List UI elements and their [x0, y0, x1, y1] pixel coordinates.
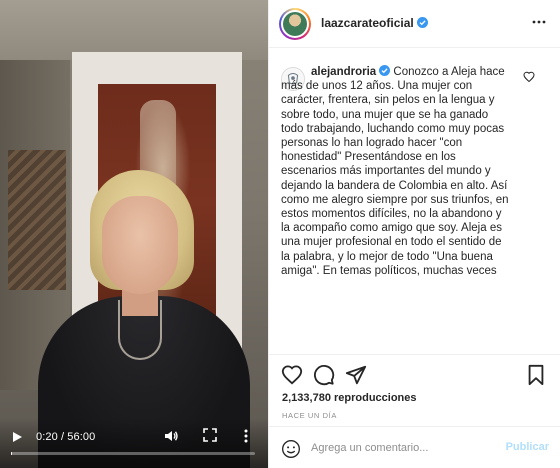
- volume-icon[interactable]: [163, 428, 179, 444]
- post-header: laazcarateoficial: [269, 0, 560, 48]
- play-icon[interactable]: [11, 431, 23, 443]
- bookmark-save-icon[interactable]: [525, 364, 547, 386]
- video-progress-fill: [11, 452, 13, 455]
- video-frame-necklace: [118, 300, 162, 360]
- post-username[interactable]: laazcarateoficial: [321, 16, 428, 30]
- view-count[interactable]: 2,133,780 reproducciones: [282, 392, 417, 404]
- comment-bubble-icon[interactable]: [313, 364, 335, 386]
- video-progress-bar[interactable]: [11, 452, 255, 455]
- post-actions: 2,133,780 reproducciones HACE UN DÍA Pub…: [269, 354, 560, 468]
- post-username-text[interactable]: laazcarateoficial: [321, 16, 414, 30]
- comment-text-block: alejandroria Conozco a Aleja hace más de…: [281, 65, 513, 278]
- emoji-icon[interactable]: [281, 439, 301, 459]
- avatar[interactable]: [279, 8, 311, 40]
- post-panel: laazcarateoficial alejandroria Conozco a…: [268, 0, 560, 468]
- more-vertical-icon[interactable]: [242, 428, 250, 444]
- video-time: 0:20 / 56:00: [36, 431, 96, 443]
- comment-list[interactable]: alejandroria Conozco a Aleja hace más de…: [269, 49, 560, 354]
- comment-username[interactable]: alejandroria: [311, 66, 376, 78]
- video-frame-shelf: [8, 150, 66, 290]
- comment-like-icon[interactable]: [523, 71, 535, 83]
- publish-button[interactable]: Publicar: [506, 441, 549, 453]
- share-send-icon[interactable]: [345, 364, 367, 386]
- comment-input[interactable]: [311, 435, 491, 461]
- video-frame-person-face: [102, 196, 178, 294]
- like-heart-icon[interactable]: [281, 364, 303, 386]
- fullscreen-icon[interactable]: [203, 428, 217, 442]
- video-player[interactable]: 0:20 / 56:00: [0, 0, 268, 468]
- avatar-image: [283, 12, 307, 36]
- post-timestamp[interactable]: HACE UN DÍA: [282, 411, 337, 420]
- verified-badge-icon: [416, 17, 428, 28]
- comment-composer: Publicar: [269, 426, 560, 468]
- more-options-icon[interactable]: [531, 14, 547, 30]
- video-frame-ceiling: [0, 0, 268, 60]
- verified-badge-icon: [379, 65, 391, 76]
- comment-body: Conozco a Aleja hace más de unos 12 años…: [281, 66, 509, 277]
